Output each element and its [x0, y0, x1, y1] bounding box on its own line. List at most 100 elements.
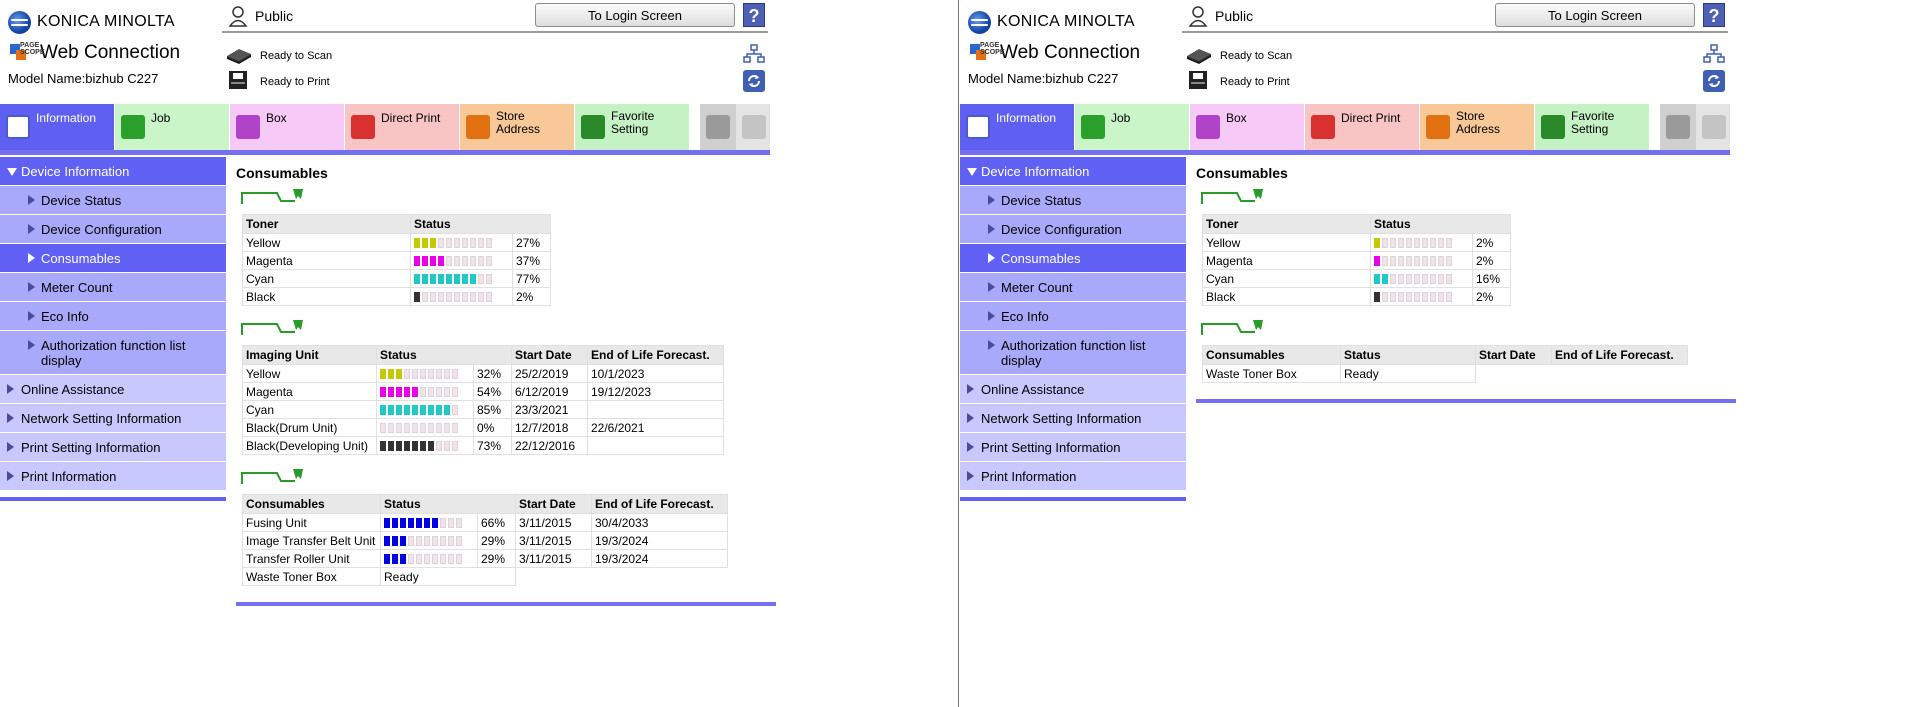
level-segment [486, 256, 492, 267]
printer-icon [229, 71, 247, 89]
model-name: Model Name:bizhub C227 [8, 71, 159, 86]
tab-favorite-setting[interactable]: Favorite Setting [575, 104, 689, 150]
tab-job[interactable]: Job [115, 104, 229, 150]
sidebar-item-device-configuration[interactable]: Device Configuration [0, 215, 226, 244]
pagescope-logo-icon: PAGE SCOPE [10, 42, 45, 64]
display-tab[interactable] [1696, 104, 1730, 150]
level-percent: 29% [477, 531, 516, 550]
user-name: Public [255, 8, 294, 24]
level-bar [1374, 238, 1452, 249]
table-header-row: Imaging Unit Status Start Date End of Life … [242, 345, 724, 365]
tab-information[interactable]: Information [960, 104, 1074, 150]
level-segment [462, 292, 468, 303]
help-icon[interactable]: ? [743, 3, 765, 27]
level-bar [414, 238, 492, 249]
sidebar-item-label: Online Assistance [21, 382, 125, 397]
status-cell [376, 436, 474, 455]
sidebar-item-label: Meter Count [41, 280, 113, 295]
consumables-section-icon [1201, 320, 1263, 335]
level-segment [1422, 292, 1428, 303]
level-bar [414, 292, 492, 303]
tab-direct-print[interactable]: Direct Print [345, 104, 459, 150]
start-date: 25/2/2019 [511, 364, 588, 383]
scan-status: Ready to Scan [1220, 50, 1293, 62]
content-area: Consumables Toner Status Yellow 27% Magenta 37… [236, 165, 776, 606]
tab-store-address[interactable]: Store Address [1420, 104, 1534, 150]
status-cell [376, 418, 474, 437]
level-segment [1406, 292, 1412, 303]
tab-box[interactable]: Box [1190, 104, 1304, 150]
level-segment [440, 536, 446, 547]
sidebar-item-meter-count[interactable]: Meter Count [0, 273, 226, 302]
table-row: Magenta 37% [242, 251, 551, 270]
help-icon[interactable]: ? [1703, 3, 1725, 27]
sidebar-item-meter-count[interactable]: Meter Count [960, 273, 1186, 302]
sidebar-item-device-status[interactable]: Device Status [0, 186, 226, 215]
sidebar-item-authorization-function-list-display[interactable]: Authorization function list display [0, 331, 226, 375]
level-segment [420, 369, 426, 380]
tab-job[interactable]: Job [1075, 104, 1189, 150]
display-tab[interactable] [736, 104, 770, 150]
status-cell [1370, 287, 1473, 306]
tab-favorite-setting[interactable]: Favorite Setting [1535, 104, 1649, 150]
consumables-table: Consumables Status Start Date End of Life F… [242, 494, 728, 586]
end-of-life-date: 22/6/2021 [587, 418, 724, 437]
settings-tab[interactable] [1660, 104, 1696, 150]
refresh-icon[interactable] [743, 70, 765, 92]
sidebar-item-network-setting-information[interactable]: Network Setting Information [960, 404, 1186, 433]
refresh-icon[interactable] [1703, 70, 1725, 92]
tab-store-address[interactable]: Store Address [460, 104, 574, 150]
level-bar [1374, 274, 1452, 285]
header-divider [1182, 31, 1728, 33]
tab-information[interactable]: Information [0, 104, 114, 150]
level-segment [1414, 274, 1420, 285]
triangle-arrow-icon [28, 195, 35, 205]
end-of-life-date: 19/3/2024 [591, 531, 728, 550]
sidebar-item-print-information[interactable]: Print Information [960, 462, 1186, 491]
level-segment [380, 387, 386, 398]
sidebar-item-network-setting-information[interactable]: Network Setting Information [0, 404, 226, 433]
sidebar-item-label: Network Setting Information [21, 411, 182, 426]
sidebar-item-eco-info[interactable]: Eco Info [0, 302, 226, 331]
level-segment [408, 536, 414, 547]
level-segment [1422, 256, 1428, 267]
sidebar-item-online-assistance[interactable]: Online Assistance [960, 375, 1186, 404]
sidebar-item-online-assistance[interactable]: Online Assistance [0, 375, 226, 404]
level-segment [412, 387, 418, 398]
level-segment [396, 369, 402, 380]
sidebar-item-device-status[interactable]: Device Status [960, 186, 1186, 215]
level-segment [428, 387, 434, 398]
login-screen-button[interactable]: To Login Screen [535, 3, 735, 27]
sidebar-item-print-setting-information[interactable]: Print Setting Information [0, 433, 226, 462]
level-segment [422, 274, 428, 285]
settings-tab[interactable] [700, 104, 736, 150]
sidebar-item-consumables[interactable]: Consumables [960, 244, 1186, 273]
sidebar-item-device-information[interactable]: Device Information [0, 157, 226, 186]
status-cell [410, 251, 513, 270]
level-segment [422, 292, 428, 303]
sidebar-item-print-information[interactable]: Print Information [0, 462, 226, 491]
level-segment [470, 274, 476, 285]
item-name: Cyan [242, 269, 411, 288]
network-icon[interactable] [1703, 44, 1725, 64]
sidebar-item-authorization-function-list-display[interactable]: Authorization function list display [960, 331, 1186, 375]
sidebar-item-eco-info[interactable]: Eco Info [960, 302, 1186, 331]
sidebar-item-device-configuration[interactable]: Device Configuration [960, 215, 1186, 244]
tab-box[interactable]: Box [230, 104, 344, 150]
network-icon[interactable] [743, 44, 765, 64]
login-screen-button[interactable]: To Login Screen [1495, 3, 1695, 27]
column-header: Toner [1202, 214, 1371, 234]
sidebar-item-print-setting-information[interactable]: Print Setting Information [960, 433, 1186, 462]
level-segment [1422, 274, 1428, 285]
sidebar-item-consumables[interactable]: Consumables [0, 244, 226, 273]
level-segment [446, 274, 452, 285]
sidebar-item-device-information[interactable]: Device Information [960, 157, 1186, 186]
triangle-arrow-icon [967, 471, 974, 481]
tab-direct-print[interactable]: Direct Print [1305, 104, 1419, 150]
level-segment [1438, 292, 1444, 303]
sidebar-item-label: Device Status [41, 193, 122, 208]
sidebar-item-label: Consumables [41, 251, 121, 266]
model-name: Model Name:bizhub C227 [968, 71, 1119, 86]
triangle-arrow-icon [28, 224, 35, 234]
level-segment [430, 256, 436, 267]
